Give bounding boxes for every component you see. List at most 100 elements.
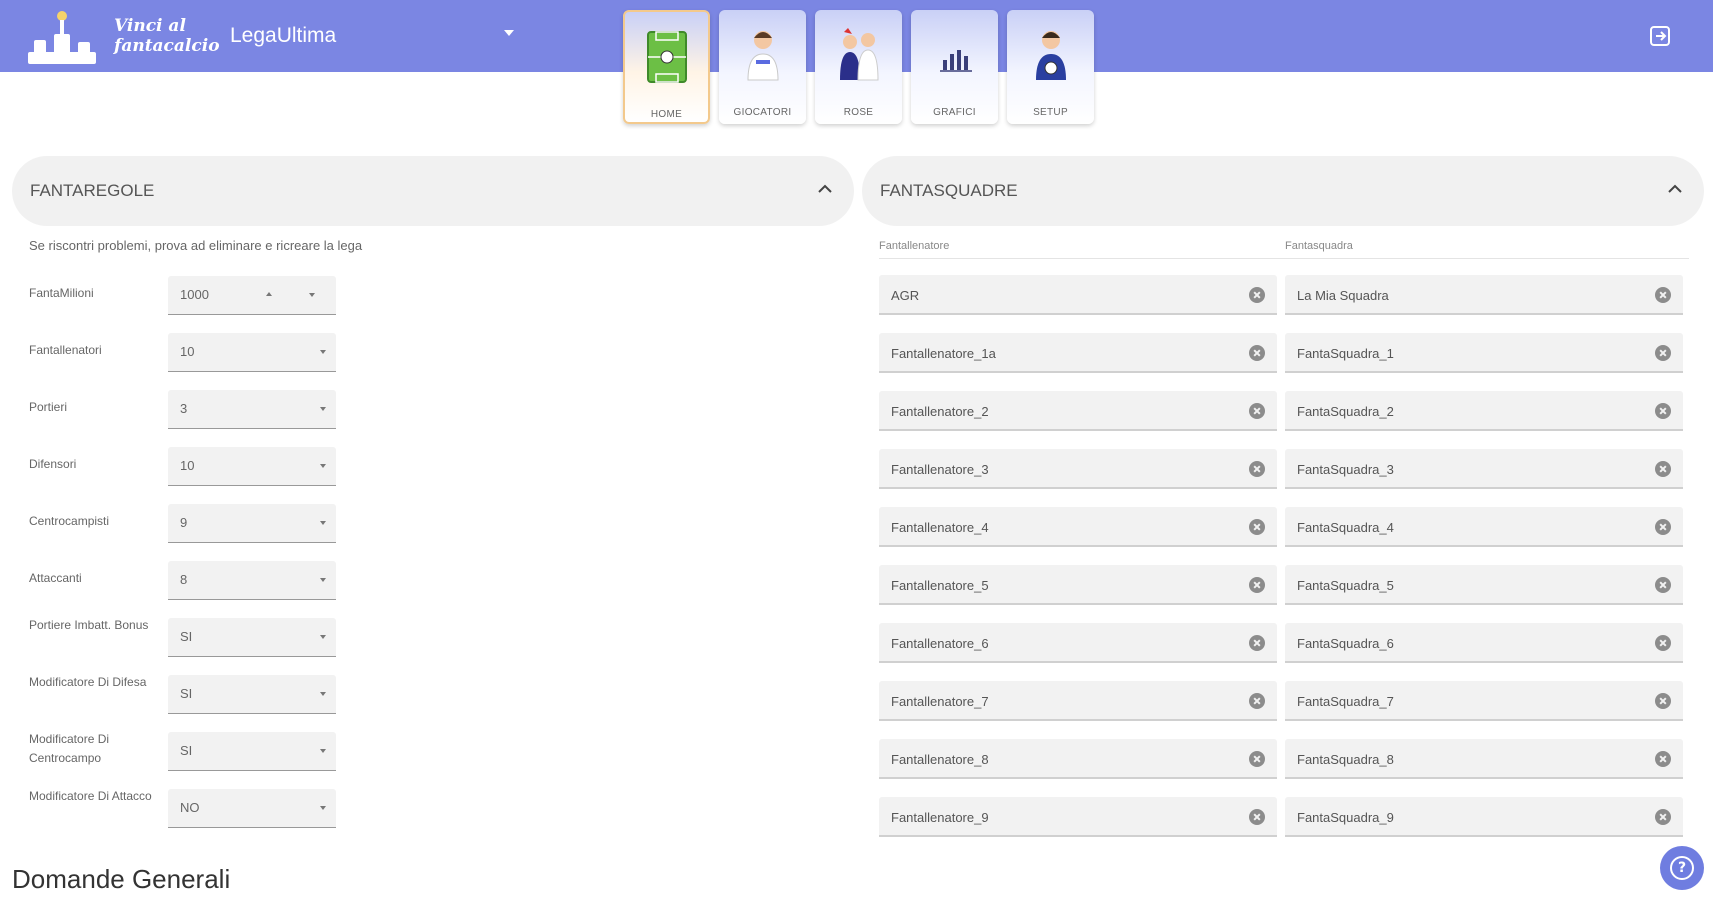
column-header-fantallenatore: Fantallenatore [879, 240, 950, 252]
clear-icon[interactable] [1655, 345, 1671, 361]
coach-name-input[interactable]: Fantallenatore_1a [879, 333, 1277, 373]
coach-name-value: Fantallenatore_4 [891, 520, 989, 535]
logo-text-line2: fantacalcio [114, 36, 220, 56]
chevron-up-icon[interactable] [818, 184, 832, 194]
coach-name-input[interactable]: Fantallenatore_7 [879, 681, 1277, 721]
clear-icon[interactable] [1655, 577, 1671, 593]
chevron-up-icon[interactable] [1668, 184, 1682, 194]
team-name-value: FantaSquadra_1 [1297, 346, 1394, 361]
soccer-field-icon [646, 31, 687, 83]
attaccanti-select[interactable]: 8 [168, 561, 336, 600]
table-header-divider [879, 258, 1689, 259]
centrocampisti-select[interactable]: 9 [168, 504, 336, 543]
fantamilioni-number-input[interactable]: 1000 [168, 276, 336, 315]
fantaregole-panel-header[interactable]: FANTAREGOLE [12, 156, 854, 226]
tab-giocatori-label: GIOCATORI [733, 107, 792, 118]
clear-icon[interactable] [1655, 751, 1671, 767]
chevron-down-icon [320, 635, 326, 639]
chevron-down-icon[interactable] [504, 30, 514, 36]
portieri-value: 3 [180, 401, 188, 416]
tab-grafici-label: GRAFICI [933, 107, 976, 118]
logout-icon[interactable] [1648, 25, 1672, 47]
chevron-down-icon [320, 464, 326, 468]
rule-label-portieri: Portieri [29, 400, 68, 414]
help-icon: ? [1670, 856, 1694, 880]
coach-name-input[interactable]: AGR [879, 275, 1277, 315]
team-name-input[interactable]: La Mia Squadra [1285, 275, 1683, 315]
modificatore-difesa-select[interactable]: SI [168, 675, 336, 714]
clear-icon[interactable] [1249, 519, 1265, 535]
coach-name-input[interactable]: Fantallenatore_8 [879, 739, 1277, 779]
rule-label-difensori: Difensori [29, 457, 77, 471]
tab-giocatori[interactable]: GIOCATORI [719, 10, 806, 124]
coach-name-value: Fantallenatore_7 [891, 694, 989, 709]
clear-icon[interactable] [1655, 403, 1671, 419]
coach-name-value: Fantallenatore_3 [891, 462, 989, 477]
clear-icon[interactable] [1655, 809, 1671, 825]
chevron-down-icon [320, 407, 326, 411]
modificatore-centrocampo-select[interactable]: SI [168, 732, 336, 771]
clear-icon[interactable] [1655, 461, 1671, 477]
modificatore-difesa-value: SI [180, 686, 193, 701]
coach-name-input[interactable]: Fantallenatore_2 [879, 391, 1277, 431]
team-name-input[interactable]: FantaSquadra_4 [1285, 507, 1683, 547]
clear-icon[interactable] [1655, 519, 1671, 535]
team-name-input[interactable]: FantaSquadra_6 [1285, 623, 1683, 663]
tab-home[interactable]: HOME [623, 10, 710, 124]
increment-icon[interactable] [266, 292, 272, 296]
setup-player-icon [1035, 31, 1066, 80]
clear-icon[interactable] [1655, 693, 1671, 709]
clear-icon[interactable] [1249, 635, 1265, 651]
tab-rose[interactable]: ROSE [815, 10, 902, 124]
centrocampisti-value: 9 [180, 515, 188, 530]
coach-name-input[interactable]: Fantallenatore_9 [879, 797, 1277, 837]
rule-label-fantamilioni: FantaMilioni [29, 286, 94, 300]
app-logo[interactable]: Vinci al fantacalcio [24, 10, 220, 68]
fantasquadre-panel-header[interactable]: FANTASQUADRE [862, 156, 1704, 226]
team-name-value: FantaSquadra_9 [1297, 810, 1394, 825]
coach-name-value: Fantallenatore_9 [891, 810, 989, 825]
difensori-select[interactable]: 10 [168, 447, 336, 486]
clear-icon[interactable] [1655, 635, 1671, 651]
portieri-select[interactable]: 3 [168, 390, 336, 429]
coach-name-value: Fantallenatore_6 [891, 636, 989, 651]
league-selector[interactable]: LegaUltima [230, 24, 336, 48]
clear-icon[interactable] [1249, 577, 1265, 593]
coach-name-input[interactable]: Fantallenatore_3 [879, 449, 1277, 489]
clear-icon[interactable] [1249, 461, 1265, 477]
team-name-input[interactable]: FantaSquadra_7 [1285, 681, 1683, 721]
team-name-input[interactable]: FantaSquadra_5 [1285, 565, 1683, 605]
tab-setup-label: SETUP [1033, 107, 1068, 118]
help-button[interactable]: ? [1660, 846, 1704, 890]
rule-label-modificatore-difesa: Modificatore Di Difesa [29, 675, 147, 689]
tab-setup[interactable]: SETUP [1007, 10, 1094, 124]
modificatore-attacco-value: NO [180, 800, 200, 815]
clear-icon[interactable] [1249, 403, 1265, 419]
portiere-imbattuto-bonus-select[interactable]: SI [168, 618, 336, 657]
team-name-input[interactable]: FantaSquadra_2 [1285, 391, 1683, 431]
team-name-input[interactable]: FantaSquadra_8 [1285, 739, 1683, 779]
clear-icon[interactable] [1249, 693, 1265, 709]
team-name-input[interactable]: FantaSquadra_9 [1285, 797, 1683, 837]
clear-icon[interactable] [1249, 345, 1265, 361]
portiere-imbattuto-bonus-value: SI [180, 629, 193, 644]
modificatore-centrocampo-value: SI [180, 743, 193, 758]
fantallenatori-select[interactable]: 10 [168, 333, 336, 372]
tab-grafici[interactable]: GRAFICI [911, 10, 998, 124]
coach-name-input[interactable]: Fantallenatore_4 [879, 507, 1277, 547]
rule-label-portiere-imbattuto-bonus: Portiere Imbatt. Bonus [29, 618, 149, 632]
fantasquadre-title: FANTASQUADRE [880, 181, 1018, 200]
coach-name-input[interactable]: Fantallenatore_5 [879, 565, 1277, 605]
team-name-input[interactable]: FantaSquadra_3 [1285, 449, 1683, 489]
clear-icon[interactable] [1655, 287, 1671, 303]
logo-text: Vinci al fantacalcio [114, 16, 220, 56]
clear-icon[interactable] [1249, 751, 1265, 767]
clear-icon[interactable] [1249, 809, 1265, 825]
coach-name-input[interactable]: Fantallenatore_6 [879, 623, 1277, 663]
modificatore-attacco-select[interactable]: NO [168, 789, 336, 828]
decrement-icon[interactable] [309, 293, 315, 297]
team-name-input[interactable]: FantaSquadra_1 [1285, 333, 1683, 373]
clear-icon[interactable] [1249, 287, 1265, 303]
team-name-value: FantaSquadra_7 [1297, 694, 1394, 709]
team-name-value: La Mia Squadra [1297, 288, 1389, 303]
